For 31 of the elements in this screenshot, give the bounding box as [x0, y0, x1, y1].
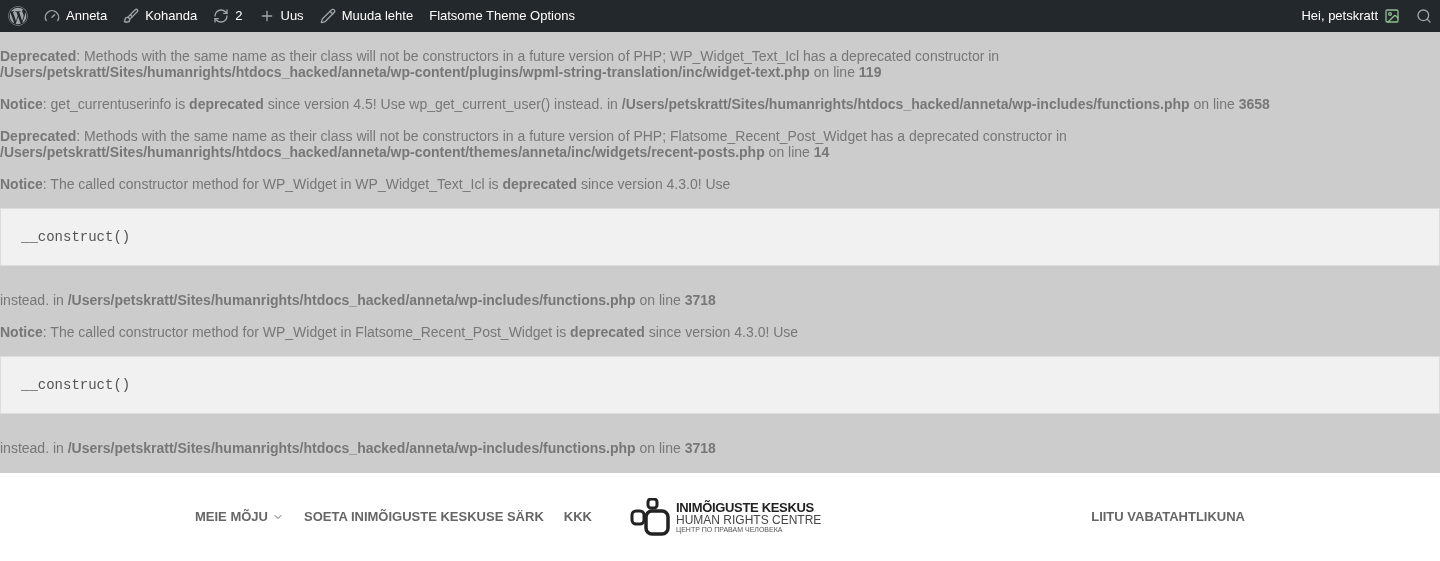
- code-text: __construct(): [21, 229, 131, 245]
- admin-bar-item[interactable]: [8, 6, 28, 26]
- admin-bar-item[interactable]: Flatsome Theme Options: [429, 6, 575, 26]
- code-text: __construct(): [21, 377, 131, 393]
- admin-bar-item[interactable]: Uus: [258, 6, 304, 26]
- error-message: Notice: The called constructor method for WP_Widget in Flatsome_Recent_Post_Widget is deprecated since version 4.3.0! Use: [0, 324, 800, 340]
- error-message: Deprecated: Methods with the same name as their class will not be constructors in a future version of PHP; Flatsome_Recent_Post_Widget has a deprecated constructor in /Users/petskratt/Sites/humanrights/htdocs_hacked/anneta/wp-content/themes/anneta/inc/widgets/recent-posts.php on line 14: [0, 128, 1068, 160]
- nav-link[interactable]: KKK: [563, 507, 592, 527]
- error-message: Notice: get_currentuserinfo is deprecated since version 4.5! Use wp_get_current_user() instead. in /Users/petskratt/Sites/humanrights/htdocs_hacked/anneta/wp-includes/functions.php on line 3658: [0, 96, 1271, 112]
- admin-bar-item[interactable]: 2: [213, 6, 243, 26]
- wordpress-logo-icon: [8, 6, 28, 26]
- error-message: Deprecated: Methods with the same name as their class will not be constructors in a future version of PHP; WP_Widget_Text_Icl has a deprecated constructor in /Users/petskratt/Sites/humanrights/htdocs_hacked/anneta/wp-content/plugins/wpml-string-translation/inc/widget-text.php on line 119: [0, 48, 1001, 80]
- search-icon[interactable]: [1416, 8, 1432, 24]
- avatar-icon: [1384, 8, 1400, 24]
- pencil-icon: [319, 8, 336, 24]
- admin-bar-item[interactable]: Muuda lehte: [319, 6, 414, 26]
- account-menu[interactable]: Hei, petskratt: [1301, 6, 1400, 26]
- logo-subtitle: HUMAN RIGHTS CENTRE: [676, 514, 822, 526]
- gauge-icon: [44, 8, 60, 24]
- nav-link[interactable]: MEIE MÕJU: [195, 507, 284, 527]
- logo-title: INIMÕIGUSTE KESKUS: [676, 501, 815, 514]
- error-message: instead. in /Users/petskratt/Sites/humanrights/htdocs_hacked/anneta/wp-includes/functions.php on line 3718: [0, 292, 717, 308]
- error-message: instead. in /Users/petskratt/Sites/humanrights/htdocs_hacked/anneta/wp-includes/functions.php on line 3718: [0, 440, 717, 456]
- logo-mark-icon: [630, 498, 670, 536]
- admin-bar-item[interactable]: Anneta: [44, 6, 108, 26]
- refresh-icon: [213, 8, 230, 24]
- error-message: Notice: The called constructor method for WP_Widget in WP_Widget_Text_Icl is deprecated since version 4.3.0! Use: [0, 176, 732, 192]
- admin-bar-item[interactable]: Kohanda: [123, 6, 198, 26]
- nav-link[interactable]: LIITU VABATAHTLIKUNA: [1091, 507, 1245, 527]
- brush-icon: [123, 8, 140, 24]
- nav-link[interactable]: SOETA INIMÕIGUSTE KESKUSE SÄRK: [303, 507, 544, 527]
